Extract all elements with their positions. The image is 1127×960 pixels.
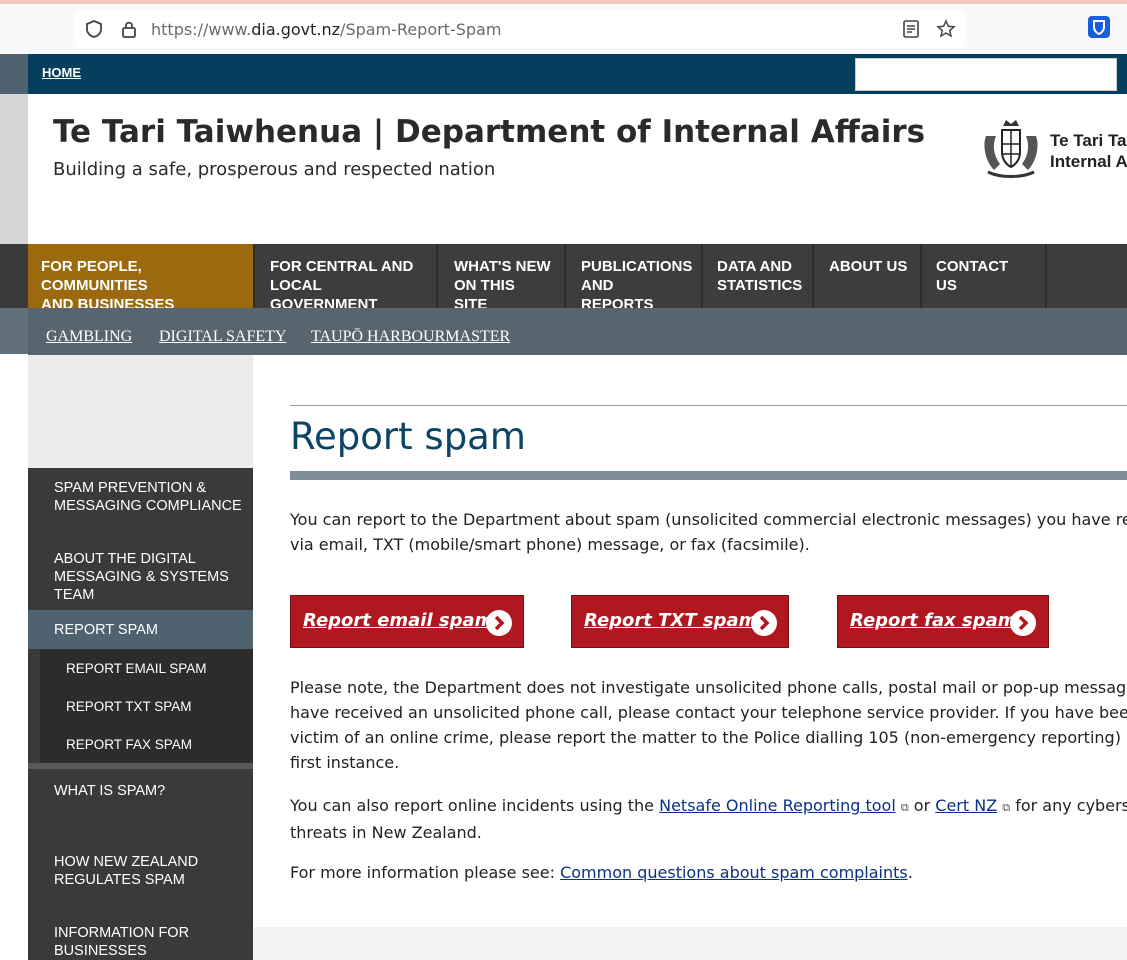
nav-people-communities-businesses[interactable]: FOR PEOPLE, COMMUNITIES AND BUSINESSES: [28, 244, 255, 313]
sidebar-subitem-report-email-spam[interactable]: REPORT EMAIL SPAM: [40, 660, 253, 678]
sidebar-subitem-report-fax-spam[interactable]: REPORT FAX SPAM: [40, 736, 253, 754]
nav-publications-reports[interactable]: PUBLICATIONS AND REPORTS: [568, 244, 703, 313]
gutter-top: [0, 54, 28, 94]
page-title: Report spam: [290, 415, 526, 458]
note-paragraph: Please note, the Department does not inv…: [290, 678, 1127, 772]
nav-data-statistics[interactable]: DATA AND STATISTICS: [704, 244, 814, 308]
utility-bar: HOME: [28, 54, 1127, 94]
home-link[interactable]: HOME: [42, 65, 81, 80]
bitwarden-extension-icon[interactable]: [1088, 16, 1110, 38]
sidebar-divider: [28, 763, 253, 769]
sub-navigation: GAMBLING DIGITAL SAFETY TAUPŌ HARBOURMAS…: [28, 308, 1127, 355]
main-content: Report spam You can report to the Depart…: [253, 355, 1127, 927]
subnav-taupo-harbourmaster[interactable]: TAUPŌ HARBOURMASTER: [311, 328, 510, 346]
main-navigation: FOR PEOPLE, COMMUNITIES AND BUSINESSES FO…: [28, 244, 1127, 313]
left-gutter: [0, 54, 28, 354]
netsafe-link[interactable]: Netsafe Online Reporting tool: [659, 796, 896, 815]
logo-text[interactable]: Te Tari Ta Internal A: [1050, 130, 1127, 172]
report-email-spam-button[interactable]: Report email spam: [290, 595, 524, 648]
reader-view-icon[interactable]: [901, 19, 921, 39]
lock-icon[interactable]: [119, 19, 139, 39]
browser-toolbar: https://www.dia.govt.nz/Spam-Report-Spam: [0, 0, 1127, 54]
more-info-paragraph: For more information please see: Common …: [290, 863, 913, 882]
subnav-digital-safety[interactable]: DIGITAL SAFETY: [159, 328, 286, 346]
nz-coat-of-arms-icon[interactable]: [978, 118, 1044, 180]
tab-strip-edge: [0, 0, 1127, 4]
chevron-right-icon: [1010, 610, 1036, 636]
nav-whats-new[interactable]: WHAT'S NEW ON THIS SITE: [441, 244, 566, 313]
intro-paragraph: You can report to the Department about s…: [290, 510, 1127, 554]
sidebar-item-report-spam[interactable]: REPORT SPAM: [28, 610, 253, 649]
gutter-subnav: [0, 308, 28, 354]
content-footer-strip: [253, 927, 1127, 960]
report-txt-spam-button[interactable]: Report TXT spam: [571, 595, 789, 648]
sidebar-submenu: REPORT EMAIL SPAM REPORT TXT SPAM REPORT…: [40, 649, 253, 763]
chevron-right-icon: [751, 610, 777, 636]
site-search-input[interactable]: [855, 58, 1117, 91]
cert-nz-link[interactable]: Cert NZ: [935, 796, 997, 815]
nav-central-local-government[interactable]: FOR CENTRAL AND LOCAL GOVERNMENT: [257, 244, 438, 313]
title-underline: [290, 471, 1127, 480]
nav-about-us[interactable]: ABOUT US: [816, 244, 922, 308]
sidebar: SPAM PREVENTION & MESSAGING COMPLIANCE AB…: [28, 355, 253, 960]
site-title[interactable]: Te Tari Taiwhenua | Department of Intern…: [53, 114, 925, 150]
divider: [290, 405, 1127, 406]
sidebar-menu: SPAM PREVENTION & MESSAGING COMPLIANCE AB…: [28, 468, 253, 960]
site-header: Te Tari Taiwhenua | Department of Intern…: [28, 94, 1127, 244]
sidebar-subitem-report-txt-spam[interactable]: REPORT TXT SPAM: [40, 698, 253, 716]
site-tagline: Building a safe, prosperous and respecte…: [53, 159, 496, 180]
report-fax-spam-button[interactable]: Report fax spam: [837, 595, 1049, 648]
common-questions-link[interactable]: Common questions about spam complaints: [560, 863, 908, 882]
nav-contact-us[interactable]: CONTACT US: [923, 244, 1047, 308]
chevron-right-icon: [486, 610, 512, 636]
sidebar-item-what-is-spam[interactable]: WHAT IS SPAM?: [28, 782, 253, 800]
sidebar-item-about-team[interactable]: ABOUT THE DIGITAL MESSAGING & SYSTEMS TEAM: [28, 550, 253, 604]
sidebar-item-spam-prevention[interactable]: SPAM PREVENTION & MESSAGING COMPLIANCE: [28, 479, 253, 515]
sidebar-item-info-businesses[interactable]: INFORMATION FOR BUSINESSES: [28, 924, 253, 960]
also-report-paragraph: You can also report online incidents usi…: [290, 796, 1127, 842]
sidebar-item-nz-regulates[interactable]: HOW NEW ZEALAND REGULATES SPAM: [28, 853, 253, 889]
shield-icon[interactable]: [84, 19, 104, 39]
bookmark-star-icon[interactable]: [936, 19, 956, 39]
external-link-icon: ⧉: [1002, 801, 1011, 814]
gutter-nav: [0, 244, 28, 308]
url-text[interactable]: https://www.dia.govt.nz/Spam-Report-Spam: [151, 20, 501, 39]
subnav-gambling[interactable]: GAMBLING: [46, 328, 132, 346]
external-link-icon: ⧉: [900, 801, 909, 814]
address-bar[interactable]: https://www.dia.govt.nz/Spam-Report-Spam: [75, 10, 965, 48]
